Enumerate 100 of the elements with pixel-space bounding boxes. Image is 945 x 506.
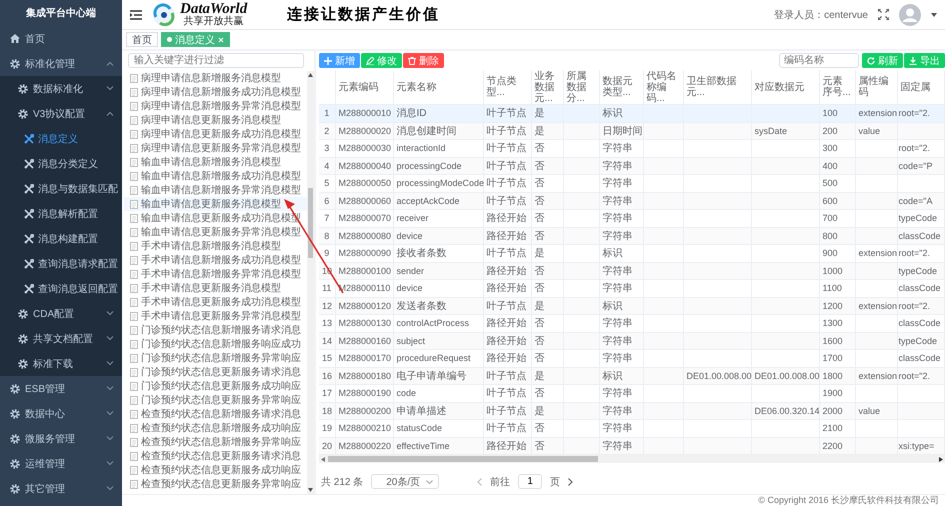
menu-item[interactable]: 消息与数据集匹配: [0, 176, 122, 201]
search-field[interactable]: 编码名称: [779, 53, 859, 68]
scrollbar[interactable]: [307, 71, 314, 494]
table-row[interactable]: 15 M288000170 procedureRequest 路径开始 否 字符串 1700 classCode: [319, 350, 944, 367]
tree-item[interactable]: 手术申请信息新增服务异常消息模型: [124, 267, 307, 281]
tree-item[interactable]: 输血申请信息新增服务异常消息模型: [124, 183, 307, 197]
table-row[interactable]: 18 M288000200 申请单描述 叶子节点 是 字符串 DE06.00.320.14 2000 value: [319, 402, 944, 420]
delete-button[interactable]: 删除: [403, 53, 444, 68]
tree-item[interactable]: 病理申请信息新增服务消息模型: [124, 71, 307, 85]
page-input[interactable]: 1: [518, 474, 542, 490]
menu-item[interactable]: 消息分类定义: [0, 151, 122, 176]
tree-item[interactable]: 手术申请信息新增服务成功消息模型: [124, 253, 307, 267]
menu-item[interactable]: ESB管理: [0, 376, 122, 401]
tree-item[interactable]: 病理申请信息更新服务消息模型: [124, 113, 307, 127]
tree-item[interactable]: 检查预约状态信息新增服务请求消息: [124, 407, 307, 421]
table-row[interactable]: 4 M288000040 processingCode 叶子节点 否 字符串 400 code="P: [319, 157, 944, 174]
table-cell: 叶子节点: [483, 402, 531, 420]
table-row[interactable]: 9 M288000090 接收者条数 叶子节点 是 标识 900 extension root="2.: [319, 244, 944, 262]
tree-item[interactable]: 检查预约状态信息更新服务异常响应: [124, 477, 307, 491]
menu-item[interactable]: 消息构建配置: [0, 226, 122, 251]
table-cell: 电子申请单编号: [393, 367, 483, 384]
row-number: 4: [319, 157, 335, 174]
table-row[interactable]: 8 M288000080 device 路径开始 否 字符串 800 classCode: [319, 227, 944, 244]
menu-item[interactable]: 标准化管理: [0, 51, 122, 76]
scrollbar[interactable]: [319, 455, 945, 464]
tree-item[interactable]: 检查预约状态信息新增服务成功响应: [124, 421, 307, 435]
menu-item[interactable]: 共享文档配置: [0, 326, 122, 351]
menu-item[interactable]: 数据中心: [0, 401, 122, 426]
tree-item[interactable]: 病理申请信息新增服务异常消息模型: [124, 99, 307, 113]
filter-field[interactable]: 输入关键字进行过滤: [128, 53, 304, 68]
document-icon: [130, 438, 138, 446]
table-row[interactable]: 1 M288000010 消息ID 叶子节点 是 标识 100 extension root="2.: [319, 104, 944, 122]
menu-item[interactable]: V3协议配置: [0, 101, 122, 126]
table-cell: 1900: [819, 384, 855, 402]
table-row[interactable]: 13 M288000130 controlActProcess 路径开始 否 字符串 1300 classCode: [319, 314, 944, 332]
tree-item[interactable]: 手术申请信息更新服务消息模型: [124, 281, 307, 295]
table-row[interactable]: 19 M288000210 statusCode 叶子节点 否 字符串 2100: [319, 420, 944, 437]
tree-item[interactable]: 病理申请信息更新服务异常消息模型: [124, 141, 307, 155]
menu-item[interactable]: 消息定义: [0, 126, 122, 151]
table-cell: device: [393, 227, 483, 244]
tree-item[interactable]: 检查预约状态信息更新服务请求消息: [124, 449, 307, 463]
menu-item[interactable]: 微服务管理: [0, 426, 122, 451]
document-icon: [130, 298, 138, 306]
row-number: 18: [319, 402, 335, 420]
tree-item[interactable]: 手术申请信息新增服务消息模型: [124, 239, 307, 253]
fullscreen-icon[interactable]: [878, 9, 889, 20]
table-row[interactable]: 7 M288000070 receiver 路径开始 否 字符串 700 typeCode: [319, 210, 944, 227]
tree-item[interactable]: 病理申请信息更新服务成功消息模型: [124, 127, 307, 141]
table-row[interactable]: 14 M288000160 subject 路径开始 否 字符串 1600 typeCode: [319, 332, 944, 350]
tree-item[interactable]: 输血申请信息新增服务成功消息模型: [124, 169, 307, 183]
menu-item[interactable]: 标准下载: [0, 351, 122, 376]
tree-item[interactable]: 检查预约状态信息更新服务成功响应: [124, 463, 307, 477]
tree-item[interactable]: 门诊预约状态信息更新服务请求消息: [124, 365, 307, 379]
table-row[interactable]: 20 M288000220 effectiveTime 路径开始 否 字符串 2200 xsi:type=: [319, 437, 944, 454]
table-row[interactable]: 3 M288000030 interactionId 叶子节点 否 字符串 300 root="2.: [319, 140, 944, 157]
tree-item[interactable]: 输血申请信息新增服务消息模型: [124, 155, 307, 169]
table-row[interactable]: 12 M288000120 发送者条数 叶子节点 是 标识 1200 extension root="2.: [319, 297, 944, 314]
tree-item[interactable]: 手术申请信息更新服务成功消息模型: [124, 295, 307, 309]
caret-up-icon[interactable]: [308, 73, 313, 77]
table-cell: root="2.: [897, 140, 944, 157]
table-row[interactable]: 17 M288000190 code 叶子节点 否 字符串 1900: [319, 384, 944, 402]
page-tab[interactable]: 首页: [126, 32, 158, 47]
row-number: 11: [319, 280, 335, 297]
table-cell: 否: [531, 262, 563, 280]
menu-item[interactable]: 数据标准化: [0, 76, 122, 101]
caret-icon[interactable]: [931, 12, 937, 16]
tree-item[interactable]: 输血申请信息更新服务消息模型: [124, 197, 307, 211]
tree-item[interactable]: 检查预约状态信息新增服务异常响应: [124, 435, 307, 449]
menu-item[interactable]: 消息解析配置: [0, 201, 122, 226]
table-cell: typeCode: [897, 210, 944, 227]
tree-item[interactable]: 门诊预约状态信息更新服务成功响应: [124, 379, 307, 393]
tree-item[interactable]: 输血申请信息更新服务异常消息模型: [124, 225, 307, 239]
table-row[interactable]: 16 M288000180 电子申请单编号 叶子节点 是 标识 DE01.00.008.00 DE01.00.008.00 1800 extension root="2.: [319, 367, 944, 384]
document-icon: [130, 452, 138, 460]
gear-icon: [10, 458, 20, 468]
caret-down-icon[interactable]: [308, 488, 313, 492]
tree-item[interactable]: 手术申请信息更新服务异常消息模型: [124, 309, 307, 323]
caret-right-icon[interactable]: [939, 456, 943, 462]
tree-item[interactable]: 门诊预约状态信息新增服务响应成功: [124, 337, 307, 351]
table-cell: 字符串: [599, 314, 643, 332]
refresh-icon: [867, 56, 875, 64]
menu-icon[interactable]: [130, 10, 142, 20]
tree-item[interactable]: 门诊预约状态信息新增服务异常响应: [124, 351, 307, 365]
table-row[interactable]: 2 M288000020 消息创建时间 叶子节点 是 日期时间 sysDate 200 value: [319, 122, 944, 140]
menu-item[interactable]: CDA配置: [0, 301, 122, 326]
tree-item[interactable]: 病理申请信息新增服务成功消息模型: [124, 85, 307, 99]
table-row[interactable]: 5 M288000050 processingModeCode 叶子节点 否 字符串 500: [319, 174, 944, 192]
plus-icon: [324, 56, 332, 64]
tree-item[interactable]: 门诊预约状态信息更新服务异常响应: [124, 393, 307, 407]
tree-item[interactable]: 门诊预约状态信息新增服务请求消息: [124, 323, 307, 337]
table-row[interactable]: 6 M288000060 acceptAckCode 叶子节点 否 字符串 600 code="A: [319, 192, 944, 210]
next-icon[interactable]: [568, 478, 574, 486]
menu-item[interactable]: 运维管理: [0, 451, 122, 476]
menu-item[interactable]: 查询消息返回配置: [0, 276, 122, 301]
table-cell: 是: [531, 402, 563, 420]
menu-item[interactable]: 首页: [0, 26, 122, 51]
menu-item[interactable]: 其它管理: [0, 476, 122, 501]
page-size-select[interactable]: 20条/页: [371, 474, 440, 490]
caret-left-icon[interactable]: [321, 456, 325, 462]
menu-item[interactable]: 查询消息请求配置: [0, 251, 122, 276]
